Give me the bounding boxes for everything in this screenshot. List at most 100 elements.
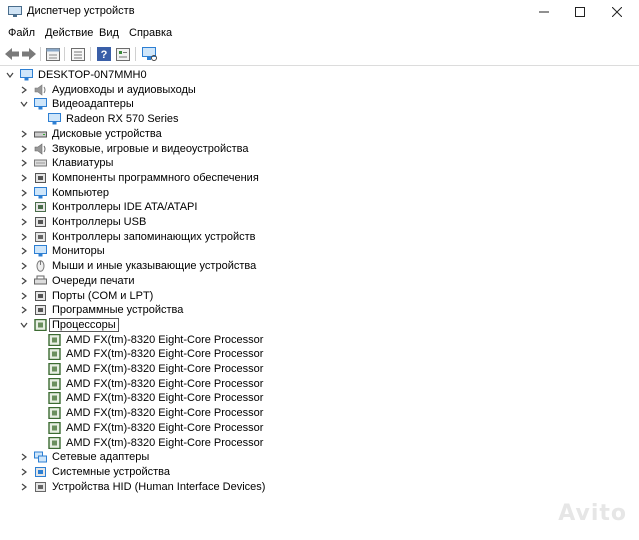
ide-controller-icon-wrap bbox=[34, 201, 47, 213]
tree-category[interactable]: Порты (COM и LPT) bbox=[0, 289, 639, 304]
back-button[interactable] bbox=[4, 46, 20, 62]
tree-device[interactable]: AMD FX(tm)-8320 Eight-Core Processor bbox=[0, 391, 639, 406]
expand-toggle[interactable] bbox=[19, 291, 29, 301]
tree-category[interactable]: Системные устройства bbox=[0, 465, 639, 480]
tree-root[interactable]: DESKTOP-0N7MMH0 bbox=[0, 68, 639, 83]
expand-toggle[interactable] bbox=[19, 202, 29, 212]
device-tree[interactable]: DESKTOP-0N7MMH0 Аудиовходы и аудиовыходы В… bbox=[0, 66, 639, 540]
watermark: Avito bbox=[558, 501, 627, 526]
tree-category-label: Компоненты программного обеспечения bbox=[52, 171, 259, 184]
tree-category[interactable]: Дисковые устройства bbox=[0, 127, 639, 142]
chevron-right-icon bbox=[21, 130, 27, 138]
tree-device[interactable]: AMD FX(tm)-8320 Eight-Core Processor bbox=[0, 347, 639, 362]
expand-toggle[interactable] bbox=[19, 188, 29, 198]
hid-icon bbox=[35, 481, 46, 492]
chevron-right-icon bbox=[21, 218, 27, 226]
properties-button[interactable] bbox=[45, 46, 61, 62]
tree-device[interactable]: AMD FX(tm)-8320 Eight-Core Processor bbox=[0, 436, 639, 451]
chevron-right-icon bbox=[21, 86, 27, 94]
forward-button[interactable] bbox=[21, 46, 37, 62]
toolbar-separator bbox=[90, 47, 91, 61]
tree-category[interactable]: Очереди печати bbox=[0, 274, 639, 289]
expand-toggle[interactable] bbox=[19, 158, 29, 168]
tree-category[interactable]: Мониторы bbox=[0, 244, 639, 259]
tree-device[interactable]: AMD FX(tm)-8320 Eight-Core Processor bbox=[0, 421, 639, 436]
tree-category-label: Системные устройства bbox=[52, 465, 171, 478]
tree-device[interactable]: AMD FX(tm)-8320 Eight-Core Processor bbox=[0, 406, 639, 421]
tree-category[interactable]: Сетевые адаптеры bbox=[0, 450, 639, 465]
expand-toggle[interactable] bbox=[19, 129, 29, 139]
tree-category[interactable]: Компьютер bbox=[0, 186, 639, 201]
tree-category[interactable]: Программные устройства bbox=[0, 303, 639, 318]
sound-icon bbox=[34, 142, 46, 155]
chevron-right-icon bbox=[21, 453, 27, 461]
expand-toggle[interactable] bbox=[19, 173, 29, 183]
tree-category[interactable]: Процессоры bbox=[0, 317, 639, 333]
expand-toggle[interactable] bbox=[19, 320, 29, 330]
computer-icon bbox=[34, 186, 47, 199]
chevron-right-icon bbox=[21, 483, 27, 491]
tree-category-label: Видеоадаптеры bbox=[52, 98, 134, 111]
help-button[interactable]: ? bbox=[96, 46, 112, 62]
menu-action[interactable]: Действие bbox=[45, 27, 93, 39]
resources-view-button[interactable] bbox=[115, 46, 131, 62]
menu-file[interactable]: Файл bbox=[8, 27, 35, 39]
tree-device-label: AMD FX(tm)-8320 Eight-Core Processor bbox=[66, 421, 264, 434]
tree-category[interactable]: Компоненты программного обеспечения bbox=[0, 171, 639, 186]
tree-category[interactable]: Мыши и иные указывающие устройства bbox=[0, 259, 639, 274]
tree-root-label: DESKTOP-0N7MMH0 bbox=[38, 69, 147, 81]
expand-toggle[interactable] bbox=[19, 261, 29, 271]
tree-device-label: AMD FX(tm)-8320 Eight-Core Processor bbox=[66, 363, 264, 375]
expand-toggle[interactable] bbox=[19, 99, 29, 109]
expand-toggle[interactable] bbox=[19, 232, 29, 242]
tree-category[interactable]: Видеоадаптеры bbox=[0, 97, 639, 112]
expand-toggle[interactable] bbox=[19, 246, 29, 256]
chevron-right-icon bbox=[21, 277, 27, 285]
expand-toggle[interactable] bbox=[19, 217, 29, 227]
tree-device-label: AMD FX(tm)-8320 Eight-Core Processor bbox=[66, 333, 264, 346]
tree-category-label: Устройства HID (Human Interface Devices) bbox=[52, 480, 266, 493]
tree-device[interactable]: Radeon RX 570 Series bbox=[0, 112, 639, 127]
minimize-button[interactable] bbox=[525, 0, 563, 24]
expand-toggle[interactable] bbox=[19, 85, 29, 95]
tree-category-label: Очереди печати bbox=[52, 274, 135, 287]
close-button[interactable] bbox=[598, 0, 636, 24]
maximize-button[interactable] bbox=[561, 0, 599, 24]
expand-toggle[interactable] bbox=[5, 70, 15, 80]
expand-toggle[interactable] bbox=[19, 467, 29, 477]
tree-device-label: AMD FX(tm)-8320 Eight-Core Processor bbox=[66, 436, 264, 449]
tree-category[interactable]: Звуковые, игровые и видеоустройства bbox=[0, 142, 639, 157]
tree-category[interactable]: Клавиатуры bbox=[0, 156, 639, 171]
expand-toggle[interactable] bbox=[19, 305, 29, 315]
tree-device[interactable]: AMD FX(tm)-8320 Eight-Core Processor bbox=[0, 377, 639, 392]
back-arrow-icon bbox=[5, 48, 19, 60]
tree-device[interactable]: AMD FX(tm)-8320 Eight-Core Processor bbox=[0, 362, 639, 377]
printer-icon-wrap bbox=[34, 275, 47, 287]
sound-icon-wrap bbox=[34, 142, 47, 155]
system-device-icon bbox=[35, 466, 46, 477]
list-view-button[interactable] bbox=[70, 46, 86, 62]
printer-icon bbox=[34, 275, 47, 285]
expand-toggle[interactable] bbox=[19, 144, 29, 154]
storage-controller-icon-wrap bbox=[34, 231, 47, 243]
expand-toggle[interactable] bbox=[19, 452, 29, 462]
tree-category[interactable]: Аудиовходы и аудиовыходы bbox=[0, 83, 639, 98]
tree-category[interactable]: Контроллеры USB bbox=[0, 215, 639, 230]
tree-device[interactable]: AMD FX(tm)-8320 Eight-Core Processor bbox=[0, 333, 639, 348]
scan-hardware-button[interactable] bbox=[141, 46, 157, 62]
software-component-icon bbox=[35, 172, 46, 183]
tree-category-label: Мыши и иные указывающие устройства bbox=[52, 260, 257, 273]
tree-category[interactable]: Устройства HID (Human Interface Devices) bbox=[0, 480, 639, 495]
ide-controller-icon bbox=[35, 202, 46, 213]
expand-toggle[interactable] bbox=[19, 482, 29, 492]
expand-toggle[interactable] bbox=[19, 276, 29, 286]
tree-category[interactable]: Контроллеры IDE ATA/ATAPI bbox=[0, 200, 639, 215]
menu-view[interactable]: Вид bbox=[99, 27, 119, 39]
tree-category-label: Дисковые устройства bbox=[52, 127, 162, 140]
toolbar-separator bbox=[135, 47, 136, 61]
tree-category[interactable]: Контроллеры запоминающих устройств bbox=[0, 230, 639, 245]
menu-help[interactable]: Справка bbox=[129, 27, 172, 39]
port-icon bbox=[35, 290, 46, 301]
chevron-right-icon bbox=[21, 145, 27, 152]
processor-icon-wrap bbox=[34, 318, 47, 332]
